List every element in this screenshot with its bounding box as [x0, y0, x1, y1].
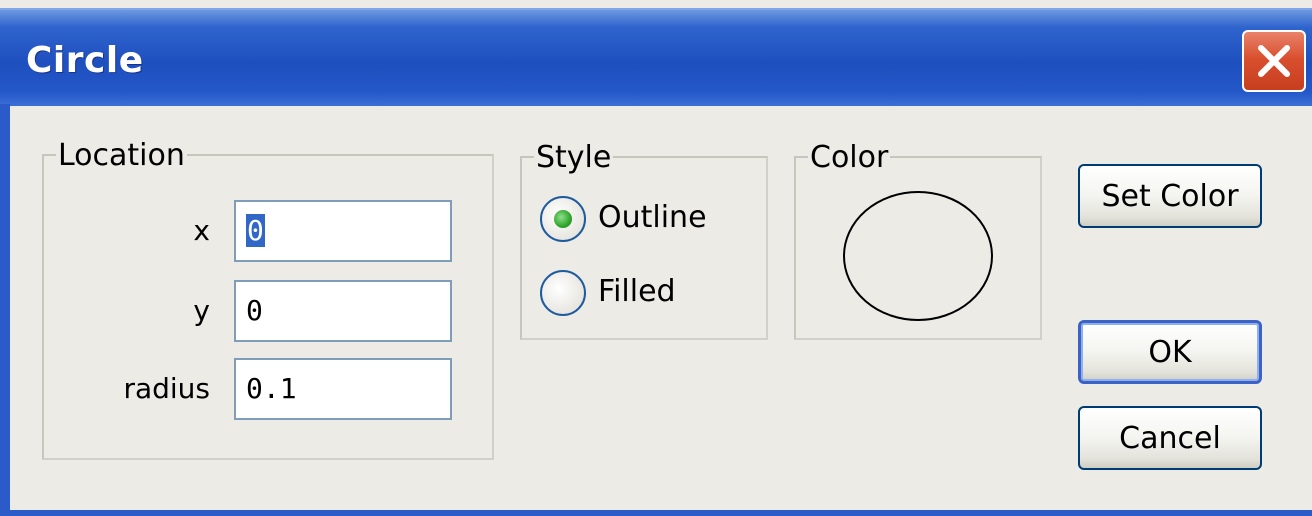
radius-input-value: 0.1 [246, 372, 297, 405]
radio-unselected-icon[interactable] [540, 270, 586, 316]
style-legend: Style [534, 140, 614, 175]
circle-preview-icon [843, 191, 993, 321]
x-label: x [193, 214, 210, 247]
radio-selected-icon[interactable] [540, 196, 586, 242]
radio-outline-label[interactable]: Outline [598, 200, 707, 235]
location-legend: Location [56, 138, 187, 173]
window-title: Circle [26, 40, 144, 81]
window-frame-left [0, 104, 10, 516]
set-color-button[interactable]: Set Color [1078, 164, 1262, 228]
y-input-value: 0 [246, 294, 263, 327]
ok-button[interactable]: OK [1078, 320, 1262, 384]
title-bar[interactable]: Circle [0, 8, 1312, 106]
circle-dialog: Circle Location x 0 y 0 radius 0.1 Style… [0, 0, 1312, 516]
radius-input[interactable]: 0.1 [234, 358, 452, 420]
x-input-value: 0 [246, 214, 265, 247]
y-input[interactable]: 0 [234, 280, 452, 342]
close-button[interactable] [1242, 30, 1306, 92]
color-legend: Color [808, 140, 891, 175]
radius-label: radius [123, 372, 210, 405]
window-frame-bottom [0, 510, 1312, 516]
x-input[interactable]: 0 [234, 200, 452, 262]
radio-filled-label[interactable]: Filled [598, 274, 676, 309]
cancel-button[interactable]: Cancel [1078, 406, 1262, 470]
y-label: y [193, 294, 210, 327]
close-icon [1258, 45, 1290, 77]
radio-dot [554, 210, 572, 228]
